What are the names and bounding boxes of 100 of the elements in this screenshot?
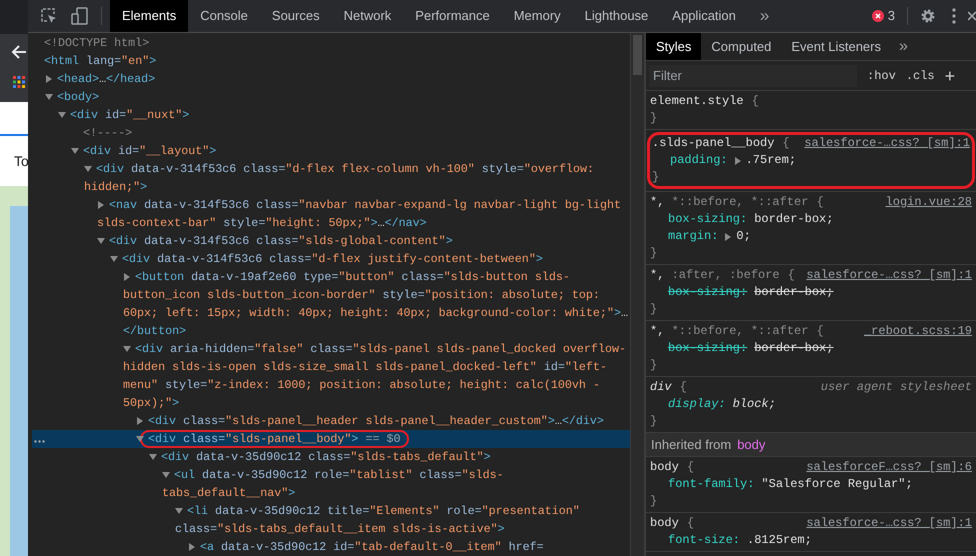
device-toolbar-icon[interactable] xyxy=(71,7,89,25)
dom-node[interactable]: <div id="__nuxt"> xyxy=(58,106,630,124)
collapse-arrow-icon[interactable] xyxy=(162,471,170,479)
apps-grid-icon[interactable] xyxy=(13,76,25,88)
css-selector: *, *::before, *::after xyxy=(650,194,808,211)
dom-node[interactable]: <!----> xyxy=(71,124,630,142)
brace: { xyxy=(782,135,790,152)
error-count[interactable]: 3 xyxy=(888,6,895,26)
more-options-icon[interactable] xyxy=(34,440,45,443)
sidebar-tab[interactable]: Event Listeners xyxy=(781,33,891,60)
brace: { xyxy=(816,323,824,340)
class-toggle-button[interactable]: .cls xyxy=(906,66,935,84)
css-declaration: margin: xyxy=(668,228,718,245)
panel-tab[interactable]: Console xyxy=(188,0,260,32)
css-value: border-box; xyxy=(754,284,834,301)
stylesheet-origin: user agent stylesheet xyxy=(820,379,972,396)
new-rule-button[interactable]: + xyxy=(944,66,956,84)
collapse-arrow-icon[interactable] xyxy=(97,237,105,245)
dom-node[interactable]: <body> xyxy=(45,88,630,106)
close-icon[interactable] xyxy=(968,9,976,23)
dom-node[interactable]: <div aria-hidden="false" class="slds-panel slds-panel_docked overflow-hidden slds-is-open slds-size_small slds-panel_docked-left" id="left-menu" style="z-index: 1000; position: absolute; height: calc(100vh - 50px);"> xyxy=(123,340,630,412)
collapse-arrow-icon[interactable] xyxy=(110,255,118,263)
panel-tab[interactable]: Application xyxy=(660,0,748,32)
expand-arrow-icon[interactable] xyxy=(725,232,732,240)
panel-tab[interactable]: Memory xyxy=(502,0,573,32)
settings-icon[interactable] xyxy=(920,8,936,24)
brace: } xyxy=(650,246,658,260)
brace: } xyxy=(650,358,658,372)
brace: } xyxy=(652,170,660,184)
collapse-arrow-icon[interactable] xyxy=(136,435,144,443)
css-selector: *, *::before, *::after xyxy=(650,323,808,340)
css-value: border-box; xyxy=(754,340,834,357)
collapse-arrow-icon[interactable] xyxy=(71,147,79,155)
brace: } xyxy=(650,302,658,316)
css-selector: *, :after, :before xyxy=(650,267,780,284)
brace: } xyxy=(650,494,658,508)
brace: { xyxy=(788,267,795,284)
inspect-element-icon[interactable] xyxy=(40,7,58,25)
more-options-icon[interactable] xyxy=(952,8,956,24)
more-tabs-button[interactable]: » xyxy=(899,34,908,58)
dom-node[interactable]: <div class="slds-panel__header slds-panel__header_custom">…</div> xyxy=(136,412,630,430)
dom-node[interactable]: <div id="__layout"> xyxy=(71,142,630,160)
dom-node[interactable]: <div class="slds-panel__body"> == $0 xyxy=(140,430,409,448)
expand-arrow-icon[interactable] xyxy=(123,273,131,281)
source-link[interactable]: _reboot.scss:19 xyxy=(856,323,972,340)
dom-node[interactable]: <div data-v-314f53c6 class="slds-global-content"> xyxy=(97,232,630,250)
source-link[interactable]: salesforce-…css? [sm]:1 xyxy=(796,135,970,152)
brace: { xyxy=(686,459,694,476)
collapse-arrow-icon[interactable] xyxy=(58,111,66,119)
css-declaration: box-sizing: xyxy=(668,211,748,228)
expand-arrow-icon[interactable] xyxy=(188,543,196,551)
panel-tab[interactable]: Lighthouse xyxy=(572,0,660,32)
expand-arrow-icon[interactable] xyxy=(734,156,741,164)
expand-arrow-icon[interactable] xyxy=(45,75,53,83)
panel-tab[interactable]: Performance xyxy=(403,0,502,32)
dom-node[interactable]: <nav data-v-314f53c6 class="navbar navbar-expand-lg navbar-light bg-light slds-context-bar" style="height: 50px;">…</nav> xyxy=(97,196,630,232)
back-arrow-icon[interactable] xyxy=(11,44,27,60)
sidebar-tab[interactable]: Styles xyxy=(646,33,702,60)
filter-field[interactable]: Filter xyxy=(649,64,857,86)
dom-node[interactable]: <div data-v-35d90c12 class="slds-tabs_default"> xyxy=(149,448,630,466)
css-selector: element.style xyxy=(650,93,744,110)
collapse-arrow-icon[interactable] xyxy=(175,507,183,515)
source-link[interactable]: login.vue:28 xyxy=(878,194,972,211)
expand-arrow-icon[interactable] xyxy=(136,417,144,425)
more-tabs-button[interactable]: » xyxy=(760,3,770,29)
css-selector: body xyxy=(650,459,679,476)
selected-node-row[interactable]: <div class="slds-panel__body"> == $0 xyxy=(32,430,630,448)
dom-node[interactable]: <ul data-v-35d90c12 role="tablist" class="slds-tabs_default__nav"> xyxy=(162,466,630,502)
css-declaration: font-family: xyxy=(668,476,754,493)
dom-node[interactable]: <html lang="en"> xyxy=(32,52,630,70)
sidebar-tab[interactable]: Computed xyxy=(701,33,782,60)
dom-node[interactable]: <div data-v-314f53c6 class="d-flex justify-content-between"> xyxy=(110,250,630,268)
dom-node[interactable]: <li data-v-35d90c12 title="Elements" role="presentation" class="slds-tabs_default__item slds-is-active"> xyxy=(175,502,630,538)
error-icon[interactable] xyxy=(872,10,884,22)
css-value: "Salesforce Regular"; xyxy=(761,476,913,493)
source-link[interactable]: salesforceF…css? [sm]:6 xyxy=(798,459,972,476)
panel-tab[interactable]: Network xyxy=(332,0,404,32)
source-link[interactable]: salesforce-…css? [sm]:1 xyxy=(798,515,972,532)
css-value: .8125rem; xyxy=(747,532,812,549)
collapse-arrow-icon[interactable] xyxy=(45,93,53,101)
inherited-element-link[interactable]: body xyxy=(737,436,766,453)
dom-node[interactable]: <div data-v-314f53c6 class="d-flex flex-column vh-100" style="overflow: hidden;"> xyxy=(84,160,630,196)
collapse-arrow-icon[interactable] xyxy=(84,165,92,173)
hover-state-button[interactable]: :hov xyxy=(867,66,896,84)
panel-tab[interactable]: Sources xyxy=(260,0,332,32)
css-value: 0; xyxy=(736,228,751,245)
dom-node[interactable]: <a data-v-35d90c12 id="tab-default-0__item" href= xyxy=(188,538,630,556)
collapse-arrow-icon[interactable] xyxy=(123,345,131,353)
css-declaration: display: xyxy=(668,396,726,413)
brace: } xyxy=(650,111,658,125)
source-link[interactable]: salesforce-…css? [sm]:1 xyxy=(798,267,972,284)
collapse-arrow-icon[interactable] xyxy=(149,453,157,461)
dom-node[interactable]: <head>…</head> xyxy=(45,70,630,88)
dom-node[interactable]: <!DOCTYPE html> xyxy=(32,34,630,52)
css-selector: .slds-panel__body xyxy=(652,135,774,152)
dom-node[interactable]: <button data-v-19af2e60 type="button" class="slds-button slds-button_icon slds-button_icon-border" style="position: absolute; top: 60px; left: 15px; width: 40px; height: 40px; background-color: white;">… </button> xyxy=(123,268,630,340)
panel-tab[interactable]: Elements xyxy=(110,0,188,32)
expand-arrow-icon[interactable] xyxy=(97,201,105,209)
page-text: To xyxy=(14,152,28,170)
scrollbar-thumb[interactable] xyxy=(633,35,642,75)
